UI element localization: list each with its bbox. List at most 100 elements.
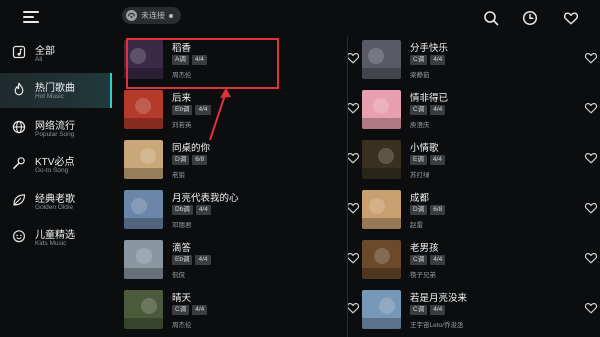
song-row[interactable]: 情非得已 C调 4/4 庾澄庆 [362,86,598,136]
meter-badge: 4/4 [430,55,446,65]
leaf-icon [12,193,26,207]
album-cover [124,140,163,179]
song-list-right: 分手快乐 C调 4/4 梁静茹 情非得已 C调 4/4 庾澄庆 小情歌 E调 4/4 苏打绿 成都 D调 6… [362,36,598,337]
song-row[interactable]: 晴天 C调 4/4 周杰伦 [124,286,360,336]
favorite-heart-icon[interactable] [346,251,360,264]
song-row[interactable]: 月亮代表我的心 Db调 4/4 邓丽君 [124,186,360,236]
link-icon [126,10,137,21]
favorite-heart-icon[interactable] [584,51,598,64]
song-artist: 筷子兄弟 [410,272,436,279]
meter-badge: 6/8 [430,205,446,215]
column-divider [347,36,348,337]
meter-badge: 4/4 [195,105,211,115]
song-title: 晴天 [172,293,192,304]
song-row[interactable]: 稻香 A调 4/4 周杰伦 [124,36,360,86]
key-badge: E调 [410,155,427,165]
sidebar-item-label: 网络流行 [35,121,75,132]
meter-badge: 4/4 [192,305,208,315]
connection-status-pill[interactable]: 未连接 [122,7,181,24]
album-cover [124,40,163,79]
key-badge: D调 [172,155,190,165]
sidebar-item-sublabel: Hot Music [35,93,64,100]
key-badge: C调 [410,55,428,65]
sidebar-item-all[interactable]: 全部 All [0,36,112,71]
favorite-heart-icon[interactable] [346,201,360,214]
menu-icon[interactable] [23,10,39,24]
favorite-heart-icon[interactable] [346,151,360,164]
song-title: 分手快乐 [410,43,449,54]
sidebar-item-label: 全部 [35,46,55,57]
album-cover [362,290,401,329]
song-row[interactable]: 老男孩 C调 4/4 筷子兄弟 [362,236,598,286]
sidebar-item-label: KTV必点 [35,157,75,168]
favorite-heart-icon[interactable] [584,301,598,314]
microphone-icon [12,156,26,170]
album-cover [124,290,163,329]
album-cover [362,240,401,279]
song-row[interactable]: 滴答 Eb调 4/4 侃侃 [124,236,360,286]
sidebar-item-sublabel: Go-to Song [35,167,69,174]
song-title: 稻香 [172,43,192,54]
song-artist: 梁静茹 [410,72,430,79]
album-cover [362,190,401,229]
song-artist: 王宇宙Leto/乔浚丞 [410,322,464,329]
history-clock-icon[interactable] [522,10,538,26]
sidebar-item-kids-music[interactable]: 儿童精选 Kids Music [0,220,112,255]
favorite-heart-icon[interactable] [346,51,360,64]
flame-icon [12,82,26,96]
song-row[interactable]: 若是月亮没来 C调 4/4 王宇宙Leto/乔浚丞 [362,286,598,336]
song-row[interactable]: 小情歌 E调 4/4 苏打绿 [362,136,598,186]
song-title: 后来 [172,93,192,104]
favorite-heart-icon[interactable] [346,101,360,114]
album-cover [362,90,401,129]
favorite-heart-icon[interactable] [584,251,598,264]
song-row[interactable]: 分手快乐 C调 4/4 梁静茹 [362,36,598,86]
sidebar-item-label: 儿童精选 [35,230,75,241]
favorite-heart-icon[interactable] [346,301,360,314]
key-badge: Db调 [172,205,193,215]
meter-badge: 6/8 [192,155,208,165]
key-badge: Eb调 [172,105,193,115]
favorite-heart-icon[interactable] [584,101,598,114]
sidebar-item-label: 经典老歌 [35,194,75,205]
album-cover [362,40,401,79]
album-cover [124,240,163,279]
song-title: 同桌的你 [172,143,211,154]
album-cover [124,190,163,229]
meter-badge: 4/4 [195,205,211,215]
song-title: 成都 [410,193,430,204]
key-badge: Eb调 [172,255,193,265]
song-artist: 侃侃 [172,272,185,279]
song-row[interactable]: 成都 D调 6/8 赵雷 [362,186,598,236]
song-row[interactable]: 后来 Eb调 4/4 刘若英 [124,86,360,136]
favorites-heart-icon[interactable] [563,10,579,26]
song-artist: 赵雷 [410,222,423,229]
favorite-heart-icon[interactable] [584,151,598,164]
meter-badge: 4/4 [195,255,211,265]
search-icon[interactable] [483,10,499,26]
sidebar-item-popular-song[interactable]: 网络流行 Popular Song [0,111,112,146]
category-sidebar: 全部 All 热门歌曲 Hot Music 网络流行 Popular Song KTV必点 G… [0,36,112,337]
song-list-left: 稻香 A调 4/4 周杰伦 后来 Eb调 4/4 刘若英 同桌的你 D调 6/8 老狼 月亮代表我的心 D… [124,36,360,337]
key-badge: C调 [410,255,428,265]
status-dot [169,13,173,18]
sidebar-item-golden-oldie[interactable]: 经典老歌 Golden Oldie [0,184,112,219]
song-artist: 邓丽君 [172,222,192,229]
favorite-heart-icon[interactable] [584,201,598,214]
key-badge: C调 [172,305,190,315]
album-cover [362,140,401,179]
sidebar-item-sublabel: Kids Music [35,240,67,247]
song-row[interactable]: 同桌的你 D调 6/8 老狼 [124,136,360,186]
smiley-icon [12,229,26,243]
song-artist: 周杰伦 [172,72,192,79]
meter-badge: 4/4 [430,105,446,115]
top-bar: 未连接 [0,0,600,36]
album-cover [124,90,163,129]
sidebar-item-go-to-song[interactable]: KTV必点 Go-to Song [0,147,112,182]
song-artist: 苏打绿 [410,172,430,179]
sidebar-item-hot-music[interactable]: 热门歌曲 Hot Music [0,73,112,108]
meter-badge: 4/4 [429,155,445,165]
sidebar-item-sublabel: All [35,56,43,63]
key-badge: C调 [410,105,428,115]
song-artist: 周杰伦 [172,322,192,329]
